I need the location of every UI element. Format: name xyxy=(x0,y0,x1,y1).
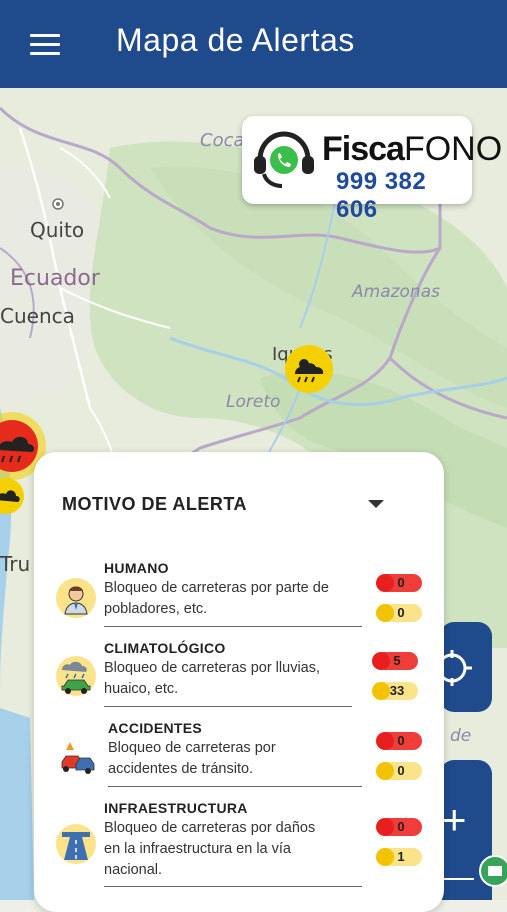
alert-name: CLIMATOLÓGICO xyxy=(104,640,226,656)
alert-name: INFRAESTRUCTURA xyxy=(104,800,248,816)
panel-title: MOTIVO DE ALERTA xyxy=(62,494,247,514)
alert-description: Bloqueo de carreteras por parte de pobla… xyxy=(104,580,329,617)
whatsapp-headset-icon xyxy=(254,131,314,188)
menu-button[interactable] xyxy=(30,34,60,56)
divider xyxy=(108,786,362,787)
car-crash-icon xyxy=(56,736,96,776)
divider xyxy=(104,706,352,707)
app-header: Mapa de Alertas xyxy=(0,0,507,88)
red-alert-count: 0 xyxy=(376,574,422,592)
alert-description: Bloqueo de carreteras por daños en la in… xyxy=(104,820,316,878)
locate-button[interactable] xyxy=(437,622,492,712)
fiscafono-brand: FiscaFONO xyxy=(322,130,503,168)
yellow-alert-count: 0 xyxy=(376,762,422,780)
map-label-ecuador: Ecuador xyxy=(10,266,100,291)
fiscafono-phone[interactable]: 999 382 606 xyxy=(336,168,472,224)
person-icon xyxy=(56,578,96,618)
road-icon xyxy=(56,824,96,864)
map-label-trujillo: Tru xyxy=(0,552,31,576)
map-label-quito: Quito xyxy=(30,218,85,242)
chevron-down-icon[interactable] xyxy=(368,500,384,508)
road-sign-marker[interactable] xyxy=(478,854,507,888)
map-label-de: de xyxy=(450,726,472,746)
zoom-divider xyxy=(440,878,474,880)
hamburger-icon xyxy=(30,34,60,37)
map-label-cuenca: Cuenca xyxy=(0,304,75,328)
alert-description: Bloqueo de carreteras por accidentes de … xyxy=(108,740,276,777)
map-label-amazonas: Amazonas xyxy=(352,282,440,302)
red-alert-count: 5 xyxy=(372,652,418,670)
alert-name: HUMANO xyxy=(104,560,169,576)
map-label-coca: Coca xyxy=(200,130,245,151)
weather-alert-marker[interactable] xyxy=(284,344,334,394)
red-alert-count: 0 xyxy=(376,818,422,836)
fiscafono-banner[interactable]: FiscaFONO 999 382 606 xyxy=(242,116,502,223)
alert-description: Bloqueo de carreteras por lluvias, huaic… xyxy=(104,660,321,697)
map-label-loreto: Loreto xyxy=(226,392,281,412)
page-title: Mapa de Alertas xyxy=(116,22,355,58)
divider xyxy=(104,626,362,627)
alert-name: ACCIDENTES xyxy=(108,720,203,736)
yellow-alert-count: 0 xyxy=(376,604,422,622)
crosshair-icon xyxy=(437,650,472,686)
divider xyxy=(104,886,362,887)
alert-reason-panel: MOTIVO DE ALERTA HUMANO Bloqueo de carre… xyxy=(34,452,444,912)
red-alert-count: 0 xyxy=(376,732,422,750)
yellow-alert-count: 1 xyxy=(376,848,422,866)
yellow-alert-count: 33 xyxy=(372,682,418,700)
zoom-in-button[interactable]: + xyxy=(442,799,472,860)
rain-car-icon xyxy=(56,656,96,696)
